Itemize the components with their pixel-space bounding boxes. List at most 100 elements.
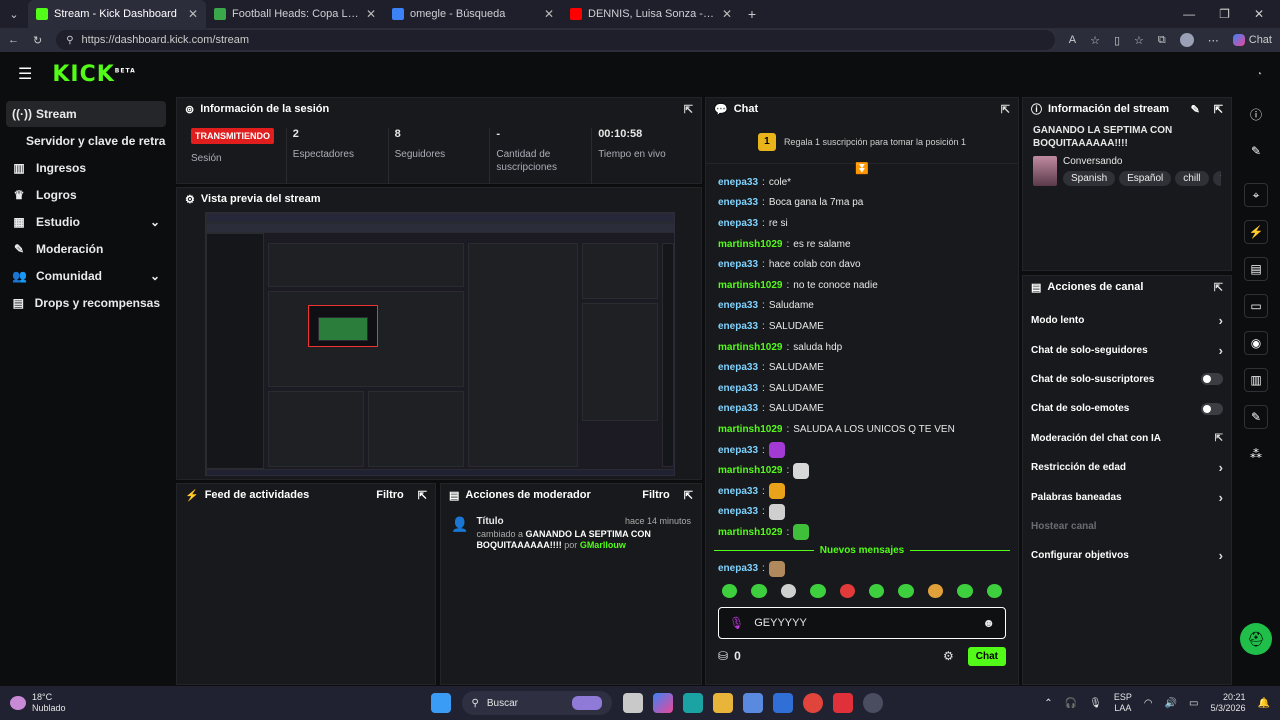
edit-icon[interactable]: ✎: [1191, 103, 1200, 116]
tray-chevron-icon[interactable]: ⌃: [1044, 698, 1052, 709]
menu-icon[interactable]: ☰: [18, 64, 32, 84]
read-aloud-icon[interactable]: A: [1069, 34, 1076, 46]
chat-icon[interactable]: ▭: [1244, 294, 1268, 318]
sidebar-item[interactable]: ✎ Moderación: [6, 236, 166, 262]
filter-button[interactable]: Filtro: [376, 489, 404, 501]
expand-icon[interactable]: ⇱: [1214, 103, 1223, 116]
chat-username[interactable]: martinsh1029: [718, 465, 782, 476]
store-icon[interactable]: [742, 693, 763, 713]
expand-icon[interactable]: ⇱: [684, 103, 693, 116]
sidebar-item[interactable]: ♛ Logros: [6, 182, 166, 208]
sidebar-item[interactable]: ▤ Drops y recompensas: [6, 290, 166, 316]
battery-icon[interactable]: ▭: [1189, 698, 1198, 709]
browser-tab[interactable]: DENNIS, Luisa Sonza - MOTIN ✕: [562, 0, 740, 28]
panels-icon[interactable]: ▥: [1244, 368, 1268, 392]
quick-emote-icon[interactable]: [839, 584, 856, 599]
more-menu-icon[interactable]: ⋯: [1208, 34, 1219, 47]
back-icon[interactable]: ←: [8, 34, 19, 46]
quick-emote-icon[interactable]: [751, 584, 767, 599]
category-name[interactable]: Conversando: [1063, 156, 1221, 167]
collections-icon[interactable]: ⧉: [1158, 34, 1166, 47]
headset-icon[interactable]: 🎧: [1065, 698, 1077, 709]
edge-icon[interactable]: [682, 693, 703, 713]
channel-action-item[interactable]: Chat de solo-seguidores ›: [1023, 335, 1231, 364]
chat-username[interactable]: enepa33: [718, 259, 758, 270]
expand-icon[interactable]: ⇱: [684, 489, 693, 502]
task-view-icon[interactable]: [622, 693, 643, 713]
chat-username[interactable]: enepa33: [718, 486, 758, 497]
taskbar-search[interactable]: ⚲ Buscar: [461, 691, 612, 715]
quick-emote-icon[interactable]: [722, 584, 738, 599]
chat-input[interactable]: GEYYYYY: [754, 617, 972, 629]
expand-icon[interactable]: ⇱: [418, 489, 427, 502]
sidebar-item[interactable]: ▦ Estudio ⌄: [6, 209, 166, 235]
chat-username[interactable]: martinsh1029: [718, 239, 782, 250]
chevron-down-icon[interactable]: ⌄: [150, 269, 160, 283]
info-icon[interactable]: ⓘ: [1244, 102, 1268, 126]
maximize-button[interactable]: ❐: [1219, 7, 1230, 21]
chat-settings-icon[interactable]: ⚙: [943, 649, 954, 663]
sidebar-item[interactable]: Servidor y clave de retransmisión: [6, 128, 166, 154]
quick-emote-icon[interactable]: [810, 584, 826, 599]
sidebar-item[interactable]: ((·)) Stream: [6, 101, 166, 127]
tag-pill[interactable]: Español: [1119, 171, 1172, 186]
support-button[interactable]: ⛑: [1240, 623, 1272, 655]
microphone-icon[interactable]: 🎙: [729, 616, 744, 630]
clock[interactable]: 20:21 5/3/2026: [1211, 692, 1246, 714]
points-icon[interactable]: ⛁: [718, 649, 728, 663]
nodes-icon[interactable]: ⁂: [1244, 442, 1268, 466]
chat-username[interactable]: martinsh1029: [718, 527, 782, 538]
copilot-app-icon[interactable]: [652, 693, 673, 713]
tab-actions-button[interactable]: ⌄: [0, 0, 28, 28]
stream-preview-video[interactable]: [205, 212, 675, 476]
close-tab-icon[interactable]: ✕: [722, 7, 732, 21]
filter-button[interactable]: Filtro: [642, 489, 670, 501]
channel-action-item[interactable]: Moderación del chat con IA ⇱: [1023, 424, 1231, 453]
mail-icon[interactable]: [772, 693, 793, 713]
sidebar-item[interactable]: 👥 Comunidad ⌄: [6, 263, 166, 289]
chevron-right-icon[interactable]: ›: [1219, 343, 1223, 358]
quick-emote-icon[interactable]: [869, 584, 885, 599]
browser-tab[interactable]: Stream - Kick Dashboard ✕: [28, 0, 206, 28]
edit-icon[interactable]: ✎: [1244, 139, 1268, 163]
close-tab-icon[interactable]: ✕: [366, 7, 376, 21]
chat-username[interactable]: enepa33: [718, 506, 758, 517]
new-tab-button[interactable]: +: [740, 0, 764, 28]
document-icon[interactable]: ▤: [1244, 257, 1268, 281]
app-icon[interactable]: [832, 693, 853, 713]
reload-icon[interactable]: ↻: [33, 34, 42, 47]
chat-username[interactable]: enepa33: [718, 403, 758, 414]
chat-username[interactable]: enepa33: [718, 362, 758, 373]
steam-icon[interactable]: [862, 693, 883, 713]
broadcast-icon[interactable]: ◉: [1244, 331, 1268, 355]
channel-action-item[interactable]: Configurar objetivos ›: [1023, 541, 1231, 570]
profile-avatar[interactable]: [1179, 33, 1194, 47]
gift-leaderboard[interactable]: 1 Regala 1 suscripción para tomar la pos…: [706, 120, 1018, 164]
chat-username[interactable]: enepa33: [718, 445, 758, 456]
minimize-button[interactable]: —: [1183, 7, 1195, 21]
chat-username[interactable]: enepa33: [718, 197, 758, 208]
quick-emote-icon[interactable]: [927, 584, 944, 599]
close-tab-icon[interactable]: ✕: [544, 7, 554, 21]
notification-icon[interactable]: 🔔: [1258, 698, 1270, 709]
windows-start-icon[interactable]: [430, 693, 451, 713]
emoji-icon[interactable]: ☻: [982, 616, 995, 630]
browser-tab[interactable]: omegle - Búsqueda ✕: [384, 0, 562, 28]
scan-icon[interactable]: ⌖: [1244, 183, 1268, 207]
toggle-switch[interactable]: [1201, 402, 1223, 415]
chat-input-box[interactable]: 🎙 GEYYYYY ☻: [718, 607, 1006, 640]
favorite-star-icon[interactable]: ☆: [1090, 34, 1100, 47]
chat-username[interactable]: enepa33: [718, 321, 758, 332]
quick-emote-icon[interactable]: [898, 584, 914, 599]
bolt-icon[interactable]: ⚡: [1244, 220, 1268, 244]
expand-icon[interactable]: ⇱: [1001, 103, 1010, 116]
channel-action-item[interactable]: Chat de solo-emotes: [1023, 394, 1231, 423]
chevron-right-icon[interactable]: ›: [1219, 548, 1223, 563]
toggle-switch[interactable]: [1201, 373, 1223, 386]
chevron-right-icon[interactable]: ›: [1219, 313, 1223, 328]
chat-username[interactable]: martinsh1029: [718, 424, 782, 435]
chevron-down-icon[interactable]: ⌄: [150, 215, 160, 229]
external-link-icon[interactable]: ⇱: [1215, 433, 1223, 444]
wifi-icon[interactable]: ◠: [1144, 698, 1153, 709]
site-info-icon[interactable]: ⚲: [66, 35, 73, 46]
